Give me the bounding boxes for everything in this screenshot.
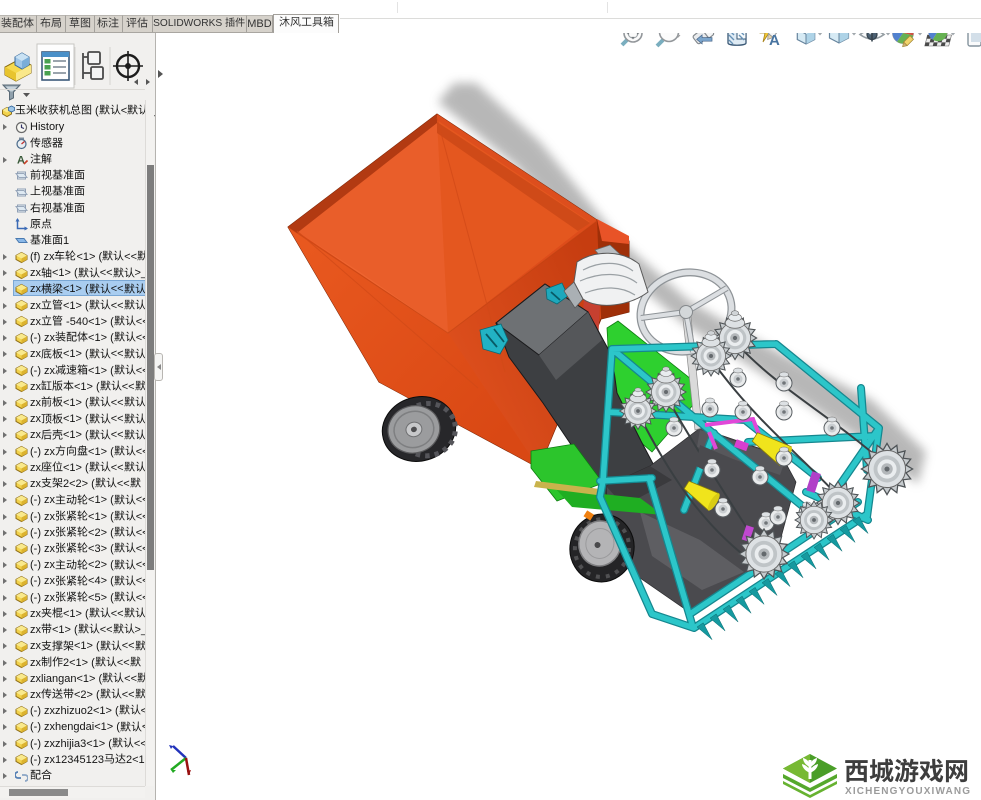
svg-text:A: A <box>769 32 780 49</box>
